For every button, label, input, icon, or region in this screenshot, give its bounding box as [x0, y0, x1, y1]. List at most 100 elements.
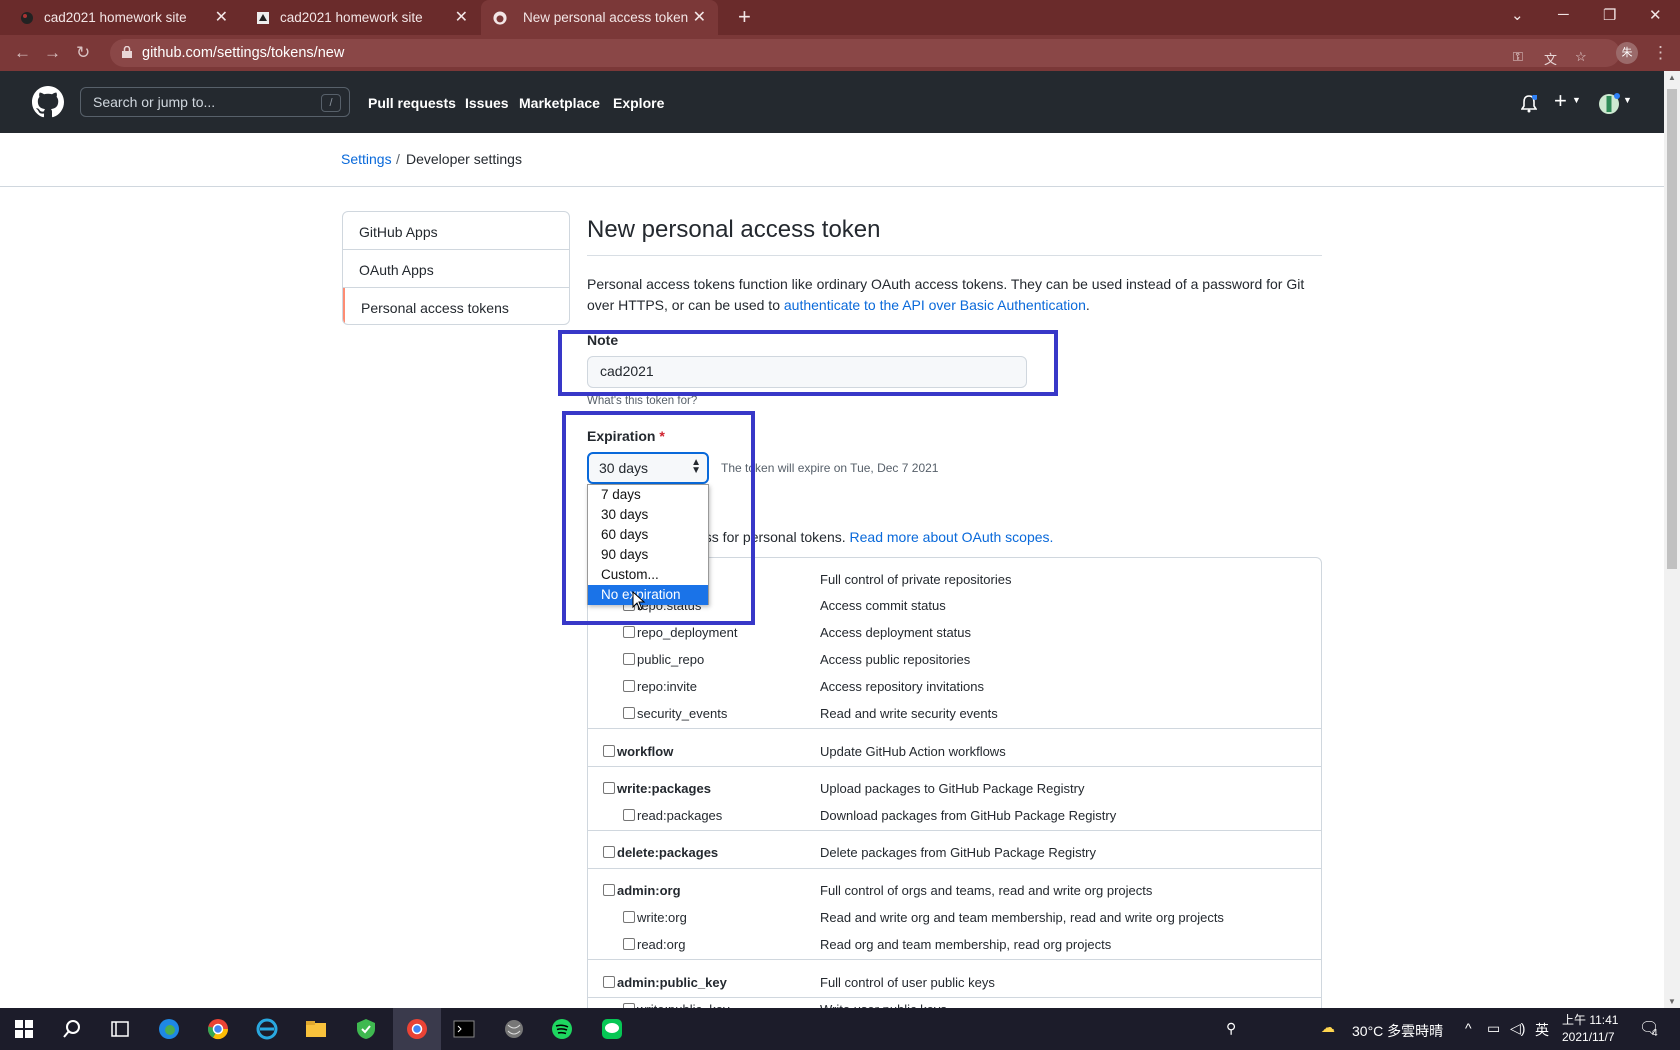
lock-icon: [122, 46, 132, 58]
bookmark-star-icon[interactable]: ☆: [1575, 49, 1587, 65]
ime-indicator[interactable]: 英: [1535, 1020, 1549, 1040]
github-header: Search or jump to... / Pull requests Iss…: [0, 71, 1664, 133]
spotify-icon[interactable]: [550, 1017, 574, 1041]
scope-checkbox[interactable]: [623, 626, 635, 638]
scope-description: Full control of private repositories: [820, 572, 1012, 587]
nav-issues[interactable]: Issues: [465, 95, 509, 111]
create-new-plus-icon[interactable]: +: [1554, 88, 1567, 114]
tray-chevron-up-icon[interactable]: ^: [1465, 1020, 1472, 1036]
tab-title: cad2021 homework site: [280, 10, 423, 25]
scope-checkbox[interactable]: [623, 809, 635, 821]
terminal-icon[interactable]: [452, 1017, 476, 1041]
close-window-icon[interactable]: ✕: [1649, 6, 1662, 24]
browser-toolbar: ← → ↻ github.com/settings/tokens/new ⚿ 文…: [0, 35, 1680, 71]
scope-group-divider: [588, 766, 1321, 767]
scope-description: Read and write org and team membership, …: [820, 910, 1224, 925]
network-icon[interactable]: ▭: [1487, 1020, 1500, 1037]
tab-search-icon[interactable]: ⌄: [1511, 6, 1524, 24]
scope-checkbox[interactable]: [603, 884, 615, 896]
scope-name: delete:packages: [617, 845, 719, 860]
restore-icon[interactable]: ❐: [1603, 6, 1616, 24]
clock-time[interactable]: 上午 11:41: [1562, 1011, 1618, 1028]
scrollbar-thumb[interactable]: [1667, 89, 1677, 569]
sidebar-item-github-apps[interactable]: GitHub Apps: [343, 212, 569, 250]
scope-group-divider: [588, 830, 1321, 831]
scope-checkbox[interactable]: [623, 938, 635, 950]
scope-group-divider: [588, 959, 1321, 960]
scope-group-divider: [588, 728, 1321, 729]
forward-icon[interactable]: →: [44, 43, 61, 63]
user-avatar-icon[interactable]: [1598, 93, 1620, 115]
scope-name: repo_deployment: [637, 625, 738, 640]
github-logo-icon[interactable]: [32, 86, 64, 118]
browser-tab[interactable]: cad2021 homework site ✕: [0, 0, 240, 35]
clock-date[interactable]: 2021/11/7: [1562, 1030, 1615, 1044]
scope-description: Access repository invitations: [820, 679, 985, 694]
security-shield-icon[interactable]: [354, 1017, 378, 1041]
scope-description: Delete packages from GitHub Package Regi…: [820, 845, 1097, 860]
people-icon[interactable]: ⚲: [1226, 1020, 1236, 1037]
scope-checkbox[interactable]: [623, 653, 635, 665]
notification-bell-icon[interactable]: [1521, 95, 1537, 113]
nav-pull-requests[interactable]: Pull requests: [368, 95, 456, 111]
scope-checkbox[interactable]: [623, 707, 635, 719]
back-icon[interactable]: ←: [14, 43, 31, 63]
scroll-up-icon[interactable]: ▲: [1668, 73, 1676, 82]
profile-avatar[interactable]: 朱: [1616, 42, 1638, 64]
search-icon[interactable]: [60, 1017, 84, 1041]
task-view-icon[interactable]: [108, 1017, 132, 1041]
minimize-icon[interactable]: ─: [1558, 6, 1569, 23]
browser-tab-bar: cad2021 homework site ✕ cad2021 homework…: [0, 0, 1680, 35]
scope-name: read:org: [637, 937, 686, 952]
chrome-profile-icon[interactable]: [405, 1017, 429, 1041]
sidebar-item-oauth-apps[interactable]: OAuth Apps: [343, 250, 569, 288]
scroll-down-icon[interactable]: ▼: [1668, 997, 1676, 1006]
windows-start-icon[interactable]: [12, 1017, 36, 1041]
browser-tab-active[interactable]: New personal access token ✕: [481, 0, 718, 35]
search-input[interactable]: Search or jump to... /: [80, 87, 350, 117]
close-tab-icon[interactable]: ✕: [455, 7, 468, 27]
line-messenger-icon[interactable]: [600, 1017, 624, 1041]
scope-checkbox[interactable]: [603, 745, 615, 757]
volume-icon[interactable]: ◁): [1510, 1020, 1525, 1037]
internet-explorer-icon[interactable]: [255, 1017, 279, 1041]
scope-description: Full control of user public keys: [820, 975, 995, 990]
scope-checkbox[interactable]: [603, 782, 615, 794]
page-description: Personal access tokens function like ord…: [587, 274, 1327, 316]
address-bar[interactable]: github.com/settings/tokens/new ⚿ 文 ☆: [110, 39, 1620, 67]
weather-text[interactable]: 30°C 多雲時晴: [1352, 1021, 1443, 1041]
reload-icon[interactable]: ↻: [76, 43, 90, 63]
nav-marketplace[interactable]: Marketplace: [519, 95, 600, 111]
chevron-down-icon[interactable]: ▼: [1572, 95, 1581, 105]
browser-tab[interactable]: cad2021 homework site ✕: [240, 0, 480, 35]
edge-browser-icon[interactable]: [157, 1017, 181, 1041]
close-tab-icon[interactable]: ✕: [693, 7, 706, 27]
scope-name: workflow: [617, 744, 674, 759]
chrome-icon[interactable]: [206, 1017, 230, 1041]
annotation-box-note: [558, 330, 1058, 396]
scope-checkbox[interactable]: [603, 976, 615, 988]
scope-description: Upload packages to GitHub Package Regist…: [820, 781, 1085, 796]
tab-title: New personal access token: [523, 10, 689, 25]
scope-checkbox[interactable]: [623, 680, 635, 692]
app-shell-icon[interactable]: [502, 1017, 526, 1041]
scope-description: Access commit status: [820, 598, 946, 613]
site-favicon-icon: [21, 12, 33, 24]
basic-auth-link[interactable]: authenticate to the API over Basic Authe…: [784, 297, 1086, 313]
sidebar-item-personal-access-tokens[interactable]: Personal access tokens: [343, 288, 569, 324]
scope-name: read:packages: [637, 808, 723, 823]
page-scrollbar[interactable]: ▲ ▼: [1664, 71, 1680, 1008]
chevron-down-icon[interactable]: ▼: [1623, 95, 1632, 105]
oauth-scopes-link[interactable]: Read more about OAuth scopes.: [850, 529, 1054, 545]
nav-explore[interactable]: Explore: [613, 95, 664, 111]
scope-checkbox[interactable]: [603, 846, 615, 858]
breadcrumb-settings-link[interactable]: Settings: [341, 151, 392, 167]
scope-name: admin:org: [617, 883, 681, 898]
close-tab-icon[interactable]: ✕: [215, 7, 228, 27]
scope-checkbox[interactable]: [623, 911, 635, 923]
translate-icon[interactable]: 文: [1544, 49, 1557, 68]
new-tab-icon[interactable]: +: [738, 4, 751, 30]
browser-menu-icon[interactable]: ⋮: [1652, 43, 1669, 63]
file-explorer-icon[interactable]: [304, 1017, 328, 1041]
key-icon[interactable]: ⚿: [1513, 49, 1523, 65]
